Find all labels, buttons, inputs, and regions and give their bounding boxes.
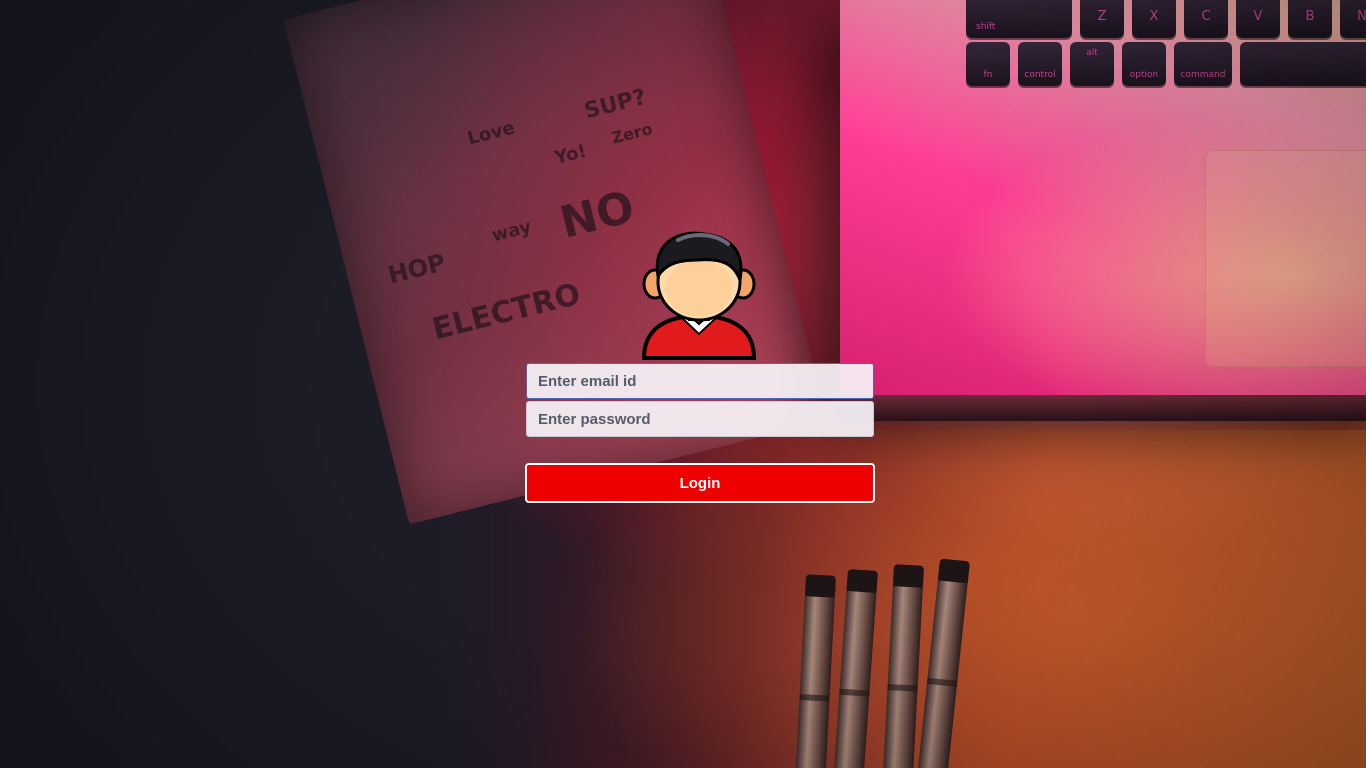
doodle-text: way — [489, 216, 534, 247]
key: shift — [966, 0, 1072, 38]
password-input[interactable] — [526, 401, 874, 437]
doodle-text: HOP — [385, 248, 449, 290]
key: option — [1122, 42, 1166, 86]
doodle-text: NO — [555, 181, 640, 249]
key: command — [1174, 42, 1232, 86]
login-screen: SUP? Zero NO HOP way ELECTRO Love Yo! sh… — [0, 0, 1366, 768]
spacebar — [1240, 42, 1366, 86]
trackpad — [1205, 150, 1366, 367]
key: X — [1132, 0, 1176, 38]
doodle-text: Love — [465, 117, 517, 150]
key: alt — [1070, 42, 1114, 86]
doodle-text: Yo! — [552, 140, 589, 169]
laptop-edge — [830, 395, 1366, 421]
key: N — [1340, 0, 1366, 38]
doodle-text: Zero — [609, 119, 655, 148]
key: Z — [1080, 0, 1124, 38]
user-avatar-icon — [641, 231, 757, 360]
key: control — [1018, 42, 1062, 86]
key: B — [1288, 0, 1332, 38]
doodle-text: ELECTRO — [428, 276, 584, 348]
login-button[interactable]: Login — [525, 463, 875, 503]
key: fn — [966, 42, 1010, 86]
doodle-text: SUP? — [581, 84, 649, 125]
keyboard-row: fn control alt option command — [966, 42, 1366, 86]
email-input[interactable] — [526, 363, 874, 399]
keyboard-row: shift Z X C V B N — [966, 0, 1366, 38]
key: V — [1236, 0, 1280, 38]
key: C — [1184, 0, 1228, 38]
